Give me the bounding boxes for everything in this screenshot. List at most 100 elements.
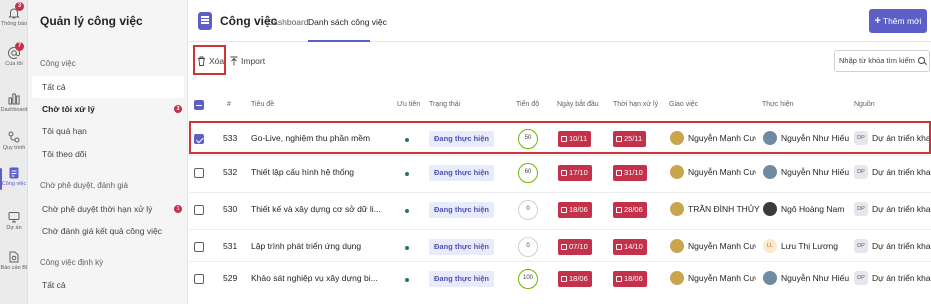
due-date: 18/06 [624,274,643,283]
nav-item-pending-result-review[interactable]: Chờ đánh giá kết quả công việc [32,220,184,242]
bar-chart-icon [7,92,21,106]
source-name[interactable]: Dự án triển khai phần mềm [872,241,931,251]
source-name[interactable]: Dự án triển khai phần mềm [872,204,931,214]
assignee-name: Nguyễn Như Hiếu [781,273,850,283]
rail-item-notifications[interactable]: 3 Thông báo [0,2,28,36]
column-header[interactable]: Tiêu đề [251,101,274,108]
assigner-name: TRẦN ĐÌNH THỦY [688,204,760,214]
section-title: Chờ phê duyệt, đánh giá [40,181,128,190]
column-header[interactable]: Trạng thái [429,101,460,108]
rail-item-workflow[interactable]: Quy trình [0,130,28,160]
calendar-icon [616,169,622,176]
table-row[interactable]: 532 Thiết lập cấu hình hệ thống Đang thự… [189,155,931,189]
calendar-icon [561,206,567,213]
delete-highlight-box [193,45,226,75]
table-row[interactable]: 529 Khảo sát nghiệp vụ xây dựng bi... Đa… [189,261,931,295]
priority-indicator [405,209,409,213]
task-title[interactable]: Khảo sát nghiệp vụ xây dựng bi... [251,273,391,283]
at-icon: 7 [7,42,24,60]
task-title[interactable]: Thiết lập cấu hình hệ thống [251,167,391,177]
add-task-button[interactable]: + Thêm mới [869,9,927,33]
toolbar: Xóa Import Nhập từ khóa tìm kiếm [189,43,931,79]
due-date: 31/10 [624,168,643,177]
row-checkbox[interactable] [194,168,204,178]
column-header[interactable]: Nguồn [854,101,875,108]
column-header[interactable]: Ưu tiên [397,101,420,108]
notification-badge: 3 [15,2,24,11]
avatar [763,131,777,145]
tasks-app-icon [198,12,212,30]
due-date: 25/11 [624,134,643,143]
assignee-name: Nguyễn Như Hiếu [781,133,850,143]
row-checkbox[interactable] [194,134,204,144]
calendar-icon [561,243,567,250]
task-nav-panel: Quản lý công việc Công việc Tất cả Chờ t… [28,0,188,304]
source-avatar: DP [854,271,868,285]
section-title: Công việc [40,59,76,68]
task-id: 529 [223,273,238,283]
source-avatar: DP [854,131,868,145]
rail-item-projects[interactable]: Dự án [0,210,28,240]
source-name[interactable]: Dự án triển khai phần mềm [872,167,931,177]
rail-item-dashboard[interactable]: Dashboard [0,92,28,122]
assigner-name: Nguyễn Mạnh Cường [688,167,756,177]
progress-ring: 0 [518,237,538,257]
table-header: # Tiêu đề Ưu tiên Trạng thái Tiến độ Ngà… [189,94,931,116]
column-header[interactable]: Thực hiện [762,101,794,108]
calendar-icon [561,169,567,176]
status-badge: Đang thực hiện [429,131,495,147]
import-button[interactable]: Import [230,56,265,68]
nav-item-overdue[interactable]: Tôi quá hạn [32,120,184,142]
due-date-badge: 14/10 [613,239,647,255]
column-header[interactable]: Ngày bắt đầu [557,101,599,108]
report-icon [7,250,21,264]
section-title: Công việc định kỳ [40,258,104,267]
column-header[interactable]: Tiến độ [516,101,539,108]
flow-icon [7,130,21,144]
search-input[interactable]: Nhập từ khóa tìm kiếm [834,50,930,72]
avatar [670,271,684,285]
task-title[interactable]: Go-Live, nghiệm thu phần mềm [251,133,391,143]
nav-item-waiting-for-me[interactable]: Chờ tôi xử lý 3 [32,98,184,120]
calendar-icon [616,275,622,282]
table-row[interactable]: 531 Lập trình phát triển ứng dụng Đang t… [189,229,931,263]
task-id: 533 [223,133,238,143]
rail-item-mine[interactable]: 7 Của tôi [0,42,28,76]
table-row[interactable]: 530 Thiết kế và xây dựng cơ sở dữ li... … [189,192,931,226]
rail-item-bi-reports[interactable]: Báo cáo BI [0,250,28,280]
avatar [670,202,684,216]
nav-item-all-tasks[interactable]: Tất cả [32,76,184,98]
progress-ring: 60 [518,163,538,183]
row-checkbox[interactable] [194,274,204,284]
start-date: 17/10 [569,168,588,177]
avatar: LL [763,239,777,253]
nav-item-following[interactable]: Tôi theo dõi [32,143,184,165]
source-name[interactable]: Dự án triển khai phần mềm [872,133,931,143]
rail-item-tasks[interactable]: Công việc [0,166,28,196]
column-header[interactable]: Thời hạn xử lý [613,101,658,108]
tab-dashboard[interactable]: Dashboard [267,17,309,27]
status-badge: Đang thực hiện [429,271,495,287]
calendar-icon [561,275,567,282]
panel-title: Quản lý công việc [40,14,143,28]
task-title[interactable]: Lập trình phát triển ứng dụng [251,241,391,251]
row-checkbox[interactable] [194,205,204,215]
upload-icon [230,56,238,68]
task-title[interactable]: Thiết kế và xây dựng cơ sở dữ li... [251,204,391,214]
column-header: # [227,101,231,108]
table-row[interactable]: 533 Go-Live, nghiệm thu phần mềm Đang th… [189,121,931,155]
nav-item-pending-deadline-approval[interactable]: Chờ phê duyệt thời hạn xử lý 1 [32,198,184,220]
column-header[interactable]: Giao việc [669,101,698,108]
due-date: 14/10 [624,242,643,251]
nav-item-label: Chờ tôi xử lý [42,104,95,114]
calendar-icon [616,135,622,142]
priority-indicator [405,278,409,282]
tab-task-list[interactable]: Danh sách công việc [308,17,387,27]
nav-item-recurring-all[interactable]: Tất cả [32,274,184,296]
source-name[interactable]: Dự án triển khai phần mềm [872,273,931,283]
rail-label: Của tôi [5,61,23,67]
row-checkbox[interactable] [194,242,204,252]
priority-indicator [405,172,409,176]
select-all-checkbox[interactable] [194,100,204,110]
assigner-name: Nguyễn Mạnh Cường [688,241,756,251]
